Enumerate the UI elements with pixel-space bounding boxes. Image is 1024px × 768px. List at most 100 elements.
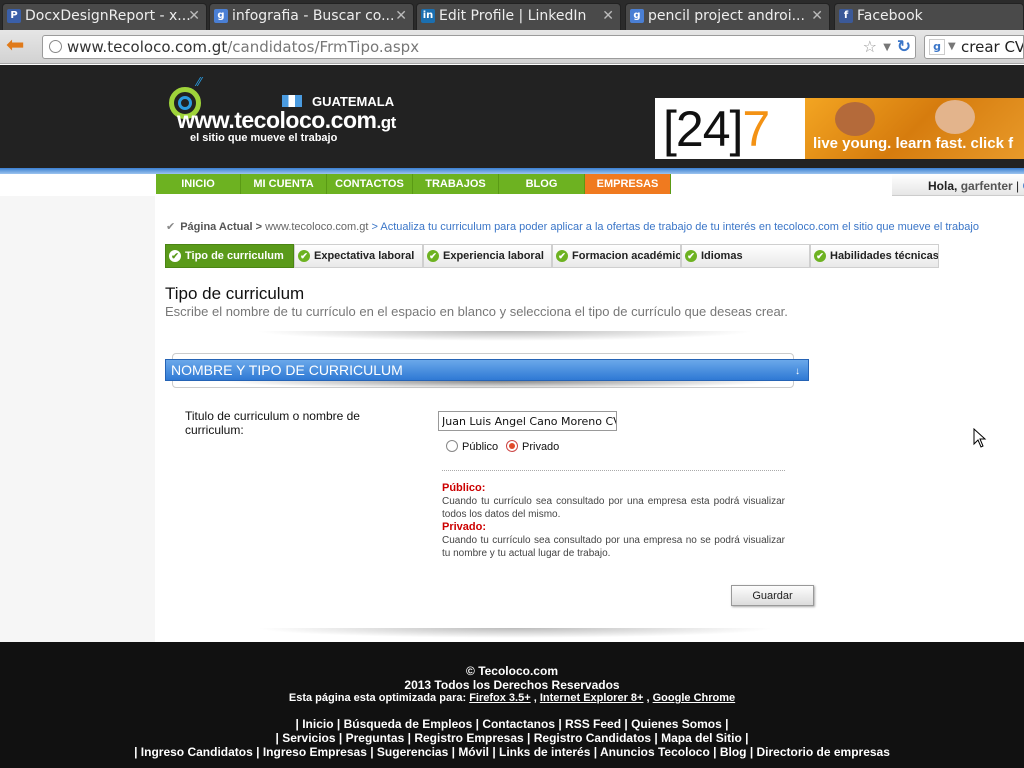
radio-privado-label: Privado (522, 441, 560, 453)
site-logo[interactable]: ⁄⁄ GUATEMALA www.tecoloco.com.gt el siti… (165, 73, 396, 153)
reload-icon[interactable]: ↻ (897, 36, 911, 58)
footer-link-chrome[interactable]: Google Chrome (653, 692, 736, 704)
footer-links-row: | Ingreso Candidatos | Ingreso Empresas … (134, 745, 890, 759)
google-search-icon: g (214, 9, 228, 23)
radio-publico[interactable] (446, 440, 458, 452)
radio-publico-label: Público (462, 441, 499, 453)
search-text: crear CV c (961, 38, 1024, 56)
browser-tab[interactable]: P DocxDesignReport - x... ✕ (2, 3, 207, 30)
footer-link[interactable]: Registro Candidatos (534, 731, 651, 745)
guatemala-flag-icon (282, 95, 302, 107)
tab-habilidades-tecnicas[interactable]: ✔ Habilidades técnicas (810, 244, 939, 268)
footer-link[interactable]: Anuncios Tecoloco (600, 745, 710, 759)
browser-toolbar: ⬅ www.tecoloco.com.gt/candidatos/FrmTipo… (0, 30, 1024, 64)
tab-expectativa-laboral[interactable]: ✔ Expectativa laboral (294, 244, 423, 268)
divider-shadow (255, 628, 775, 638)
footer-link[interactable]: RSS Feed (565, 717, 621, 731)
footer-link[interactable]: Links de interés (499, 745, 590, 759)
dotted-divider (442, 470, 785, 471)
check-icon: ✔ (427, 250, 439, 262)
footer-link[interactable]: Quienes Somos (631, 717, 722, 731)
url-host: www.tecoloco.com.gt (67, 38, 228, 56)
footer-optimized-label: Esta página esta optimizada para: (288, 692, 467, 704)
footer-optimized: Esta página esta optimizada para: Firefo… (288, 692, 736, 704)
footer-copyright: © Tecoloco.com (466, 664, 558, 678)
footer-link[interactable]: Blog (720, 745, 747, 759)
footer-link-ie[interactable]: Internet Explorer 8+ (540, 692, 644, 704)
footer-link[interactable]: Preguntas (346, 731, 405, 745)
tab-idiomas[interactable]: ✔ Idiomas (681, 244, 810, 268)
nav-empresas[interactable]: EMPRESAS (585, 174, 671, 194)
pdf-icon: P (7, 9, 21, 23)
breadcrumb-label: Página Actual > (180, 221, 263, 233)
save-button[interactable]: Guardar (731, 585, 814, 606)
check-icon: ✔ (556, 250, 568, 262)
breadcrumb-site[interactable]: www.tecoloco.com.gt (265, 221, 368, 233)
tab-label: Formacion académica (572, 250, 681, 262)
page-subtitle: Escribe el nombre de tu currículo en el … (165, 304, 788, 319)
browser-tab[interactable]: in Edit Profile | LinkedIn ✕ (416, 3, 621, 30)
nav-inicio[interactable]: INICIO (156, 174, 241, 194)
close-icon[interactable]: ✕ (811, 4, 823, 29)
footer-link[interactable]: Sugerencias (377, 745, 448, 759)
browser-tab[interactable]: g infografia - Buscar co... ✕ (209, 3, 414, 30)
logo-tld: .gt (376, 113, 396, 132)
site-header: ⁄⁄ GUATEMALA www.tecoloco.com.gt el siti… (0, 65, 1024, 168)
nav-contactos[interactable]: CONTACTOS (327, 174, 413, 194)
footer-link[interactable]: Registro Empresas (414, 731, 523, 745)
radio-privado[interactable] (506, 440, 518, 452)
footer-link-firefox[interactable]: Firefox 3.5+ (469, 692, 530, 704)
collapse-arrow-icon[interactable]: ↓ (795, 362, 800, 382)
divider-shadow (255, 331, 755, 341)
browser-tab-bar: P DocxDesignReport - x... ✕ g infografia… (0, 0, 1024, 30)
breadcrumb: ✔ Página Actual > www.tecoloco.com.gt > A… (166, 220, 979, 233)
check-icon: ✔ (298, 250, 310, 262)
tab-title: Facebook (857, 8, 923, 24)
tab-formacion-academica[interactable]: ✔ Formacion académica (552, 244, 681, 268)
tab-label: Experiencia laboral (443, 250, 544, 262)
curriculum-name-input[interactable] (438, 411, 617, 431)
greeting-separator: | (1012, 179, 1023, 193)
search-input[interactable]: g ▼ crear CV c (924, 35, 1024, 59)
browser-tab[interactable]: g pencil project androi... ✕ (625, 3, 830, 30)
user-greeting: Hola, garfenter | C (892, 174, 1024, 196)
page-title: Tipo de curriculum (165, 284, 305, 303)
footer-link[interactable]: Servicios (282, 731, 335, 745)
banner-num-b: 7 (742, 101, 770, 157)
footer-link[interactable]: Búsqueda de Empleos (344, 717, 473, 731)
google-search-icon[interactable]: g (929, 39, 945, 55)
footer-link[interactable]: Mapa del Sitio (661, 731, 742, 745)
breadcrumb-current: > Actualiza tu curriculum para poder apl… (371, 221, 979, 233)
nav-trabajos[interactable]: TRABAJOS (413, 174, 499, 194)
nav-mi-cuenta[interactable]: MI CUENTA (241, 174, 327, 194)
section-header[interactable]: NOMBRE Y TIPO DE CURRICULUM ↓ (165, 359, 809, 381)
address-bar[interactable]: www.tecoloco.com.gt/candidatos/FrmTipo.a… (42, 35, 916, 59)
linkedin-icon: in (421, 9, 435, 23)
footer-link[interactable]: Ingreso Empresas (263, 745, 367, 759)
browser-tab[interactable]: f Facebook (834, 3, 1024, 30)
close-icon[interactable]: ✕ (395, 4, 407, 29)
ad-banner[interactable]: [24]7 live young. learn fast. click f (655, 98, 1024, 159)
footer-link[interactable]: Directorio de empresas (757, 745, 890, 759)
tab-label: Idiomas (701, 250, 743, 262)
nav-blog[interactable]: BLOG (499, 174, 585, 194)
banner-person-image (935, 100, 975, 134)
bookmark-star-icon[interactable]: ☆ (863, 36, 877, 58)
banner-tagline: live young. learn fast. click f (813, 135, 1014, 152)
footer-link[interactable]: Contactanos (482, 717, 555, 731)
username-link[interactable]: garfenter (961, 179, 1013, 193)
facebook-icon: f (839, 9, 853, 23)
tab-tipo-de-curriculum[interactable]: ✔ Tipo de curriculum (165, 244, 294, 268)
help-public-text: Cuando tu currículo sea consultado por u… (442, 496, 785, 520)
globe-icon (49, 40, 62, 53)
footer-link[interactable]: Móvil (458, 745, 489, 759)
close-icon[interactable]: ✕ (188, 4, 200, 29)
tab-experiencia-laboral[interactable]: ✔ Experiencia laboral (423, 244, 552, 268)
footer-link[interactable]: Inicio (302, 717, 333, 731)
close-icon[interactable]: ✕ (602, 4, 614, 29)
chevron-down-icon[interactable]: ▼ (883, 37, 891, 58)
back-arrow-icon[interactable]: ⬅ (6, 35, 32, 58)
footer-link[interactable]: Ingreso Candidatos (141, 745, 253, 759)
chevron-down-icon[interactable]: ▼ (948, 36, 956, 58)
curriculum-name-label: Titulo de curriculum o nombre de curricu… (185, 409, 360, 437)
